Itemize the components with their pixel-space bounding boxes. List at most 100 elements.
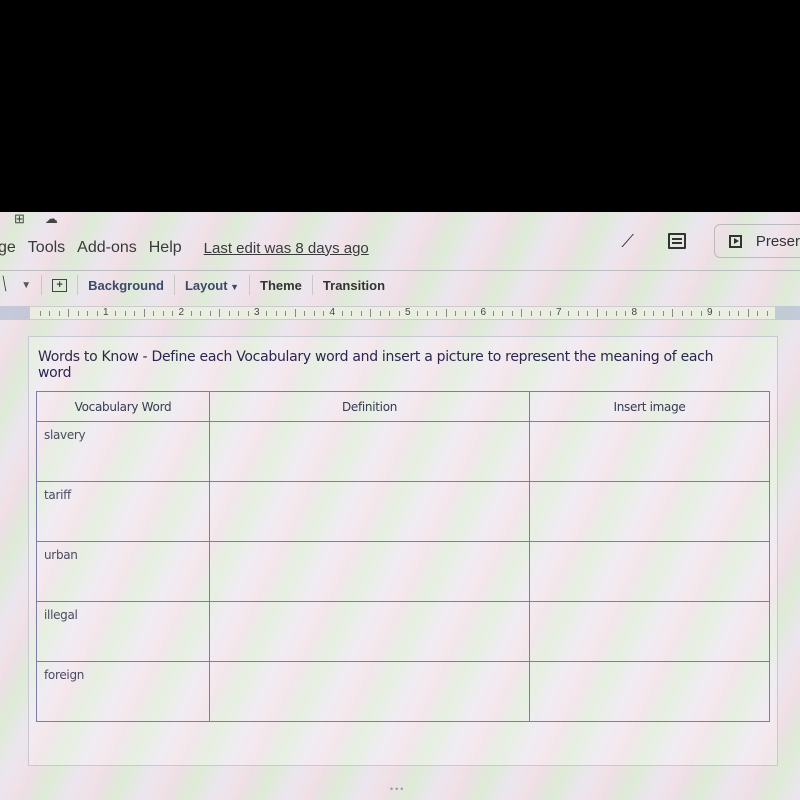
ruler-tick xyxy=(738,311,740,316)
ruler-tick xyxy=(341,311,343,316)
ruler-number: 6 xyxy=(480,307,487,318)
slide-canvas[interactable]: Words to Know - Define each Vocabulary w… xyxy=(28,336,778,766)
vocab-word: urban xyxy=(44,548,78,562)
background-button[interactable]: Background xyxy=(88,278,164,293)
comments-icon[interactable] xyxy=(668,233,686,249)
definition-cell[interactable] xyxy=(209,421,530,482)
image-cell[interactable] xyxy=(529,541,770,602)
ruler-tick xyxy=(285,311,287,316)
ruler-tick xyxy=(577,311,579,316)
ruler-tick xyxy=(247,311,249,316)
header-insert-image[interactable]: Insert image xyxy=(529,391,770,422)
ruler-tick xyxy=(96,311,98,316)
toolbar: ⟍ ▼ + Background Layout ▼ Theme Transiti… xyxy=(0,274,385,296)
ruler-half-tick xyxy=(219,309,221,317)
ruler-tick xyxy=(681,311,683,316)
ruler-right-margin[interactable] xyxy=(775,306,800,320)
line-tool-icon[interactable]: ⟍ xyxy=(0,274,13,295)
ruler-tick xyxy=(464,311,466,316)
toolbar-separator xyxy=(249,275,250,295)
menu-help[interactable]: Help xyxy=(149,239,182,257)
ruler-tick xyxy=(757,311,759,316)
ruler-tick xyxy=(77,311,79,316)
ruler-tick xyxy=(360,311,362,316)
toolbar-separator xyxy=(77,275,79,295)
ruler-half-tick xyxy=(596,309,598,317)
ruler-number: 7 xyxy=(556,307,562,318)
image-cell[interactable] xyxy=(529,661,770,722)
ruler-tick xyxy=(691,311,693,316)
ruler-tick xyxy=(389,311,391,316)
ruler-tick xyxy=(530,311,532,316)
definition-cell[interactable] xyxy=(209,541,530,602)
word-cell[interactable]: urban xyxy=(36,541,210,602)
ruler-tick xyxy=(115,311,117,316)
menu-arrange[interactable]: ge xyxy=(0,239,16,257)
menu-addons[interactable]: Add-ons xyxy=(77,239,137,257)
last-edit-link[interactable]: Last edit was 8 days ago xyxy=(204,240,369,257)
slide-title[interactable]: Words to Know - Define each Vocabulary w… xyxy=(38,349,738,381)
vocab-word: foreign xyxy=(44,668,85,682)
ruler-tick xyxy=(49,311,51,316)
ruler-tick xyxy=(662,311,664,316)
title-bar-icons: ⊞ ☁ xyxy=(14,212,58,228)
ruler-tick xyxy=(426,311,428,316)
ruler-tick xyxy=(58,311,60,316)
horizontal-ruler[interactable]: 1 2 3 4 5 6 7 8 9 xyxy=(30,306,775,320)
ruler-tick xyxy=(436,311,438,316)
ruler-tick xyxy=(568,311,570,316)
toolbar-separator xyxy=(173,275,175,295)
word-cell[interactable]: illegal xyxy=(36,601,210,662)
present-button[interactable]: Preser xyxy=(714,224,800,258)
ruler-half-tick xyxy=(672,309,674,317)
ruler-half-tick xyxy=(143,309,145,317)
ruler-tick xyxy=(266,311,268,316)
line-dropdown-caret-icon[interactable]: ▼ xyxy=(21,280,31,291)
layout-button[interactable]: Layout ▼ xyxy=(185,278,239,293)
vocab-word: slavery xyxy=(44,428,86,442)
menu-tools[interactable]: Tools xyxy=(28,239,65,257)
ruler-number: 9 xyxy=(707,307,713,318)
ruler-tick xyxy=(653,311,655,316)
transition-button[interactable]: Transition xyxy=(323,278,385,293)
ruler-tick xyxy=(379,311,381,316)
ruler-half-tick xyxy=(521,309,523,317)
definition-cell[interactable] xyxy=(209,601,530,662)
word-cell[interactable]: tariff xyxy=(36,481,210,542)
theme-button[interactable]: Theme xyxy=(260,278,302,293)
word-cell[interactable]: slavery xyxy=(36,421,210,482)
speaker-notes-drag-handle[interactable]: ••• xyxy=(390,784,405,794)
toolbar-separator xyxy=(41,275,43,295)
ruler-half-tick xyxy=(445,309,447,317)
image-cell[interactable] xyxy=(529,601,770,662)
add-comment-icon[interactable]: + xyxy=(52,278,68,292)
ruler-tick xyxy=(153,311,155,316)
table-row: slavery xyxy=(36,421,770,482)
table-row: tariff xyxy=(36,481,770,542)
present-label: Preser xyxy=(755,232,800,250)
ruler-tick xyxy=(511,311,513,316)
ruler-tick xyxy=(39,311,41,316)
word-cell[interactable]: foreign xyxy=(36,661,210,722)
ruler-number: 4 xyxy=(329,307,336,318)
vocabulary-table[interactable]: Vocabulary Word Definition Insert image … xyxy=(36,391,770,722)
definition-cell[interactable] xyxy=(209,481,530,542)
new-slide-icon[interactable]: ⊞ xyxy=(14,212,25,228)
vocab-word: tariff xyxy=(44,488,71,502)
ruler-tick xyxy=(200,311,202,316)
ruler-tick xyxy=(540,311,542,316)
image-cell[interactable] xyxy=(529,481,770,542)
header-vocabulary-word[interactable]: Vocabulary Word xyxy=(36,391,210,422)
google-slides-screen: ⊞ ☁ ge Tools Add-ons Help Last edit was … xyxy=(0,212,800,800)
activity-trend-icon[interactable]: ⟋ xyxy=(621,231,634,252)
definition-cell[interactable] xyxy=(209,661,530,722)
ruler-left-margin[interactable] xyxy=(0,306,30,320)
ruler-tick xyxy=(455,311,457,316)
header-right-tools: ⟋ Preser xyxy=(621,224,800,258)
menu-bar: ge Tools Add-ons Help Last edit was 8 da… xyxy=(0,236,369,260)
ruler-number: 5 xyxy=(405,307,411,318)
title-words-to-know: Words to Know - xyxy=(38,349,152,365)
cloud-saved-icon[interactable]: ☁ xyxy=(45,212,58,228)
header-definition[interactable]: Definition xyxy=(209,391,530,422)
image-cell[interactable] xyxy=(529,421,770,482)
